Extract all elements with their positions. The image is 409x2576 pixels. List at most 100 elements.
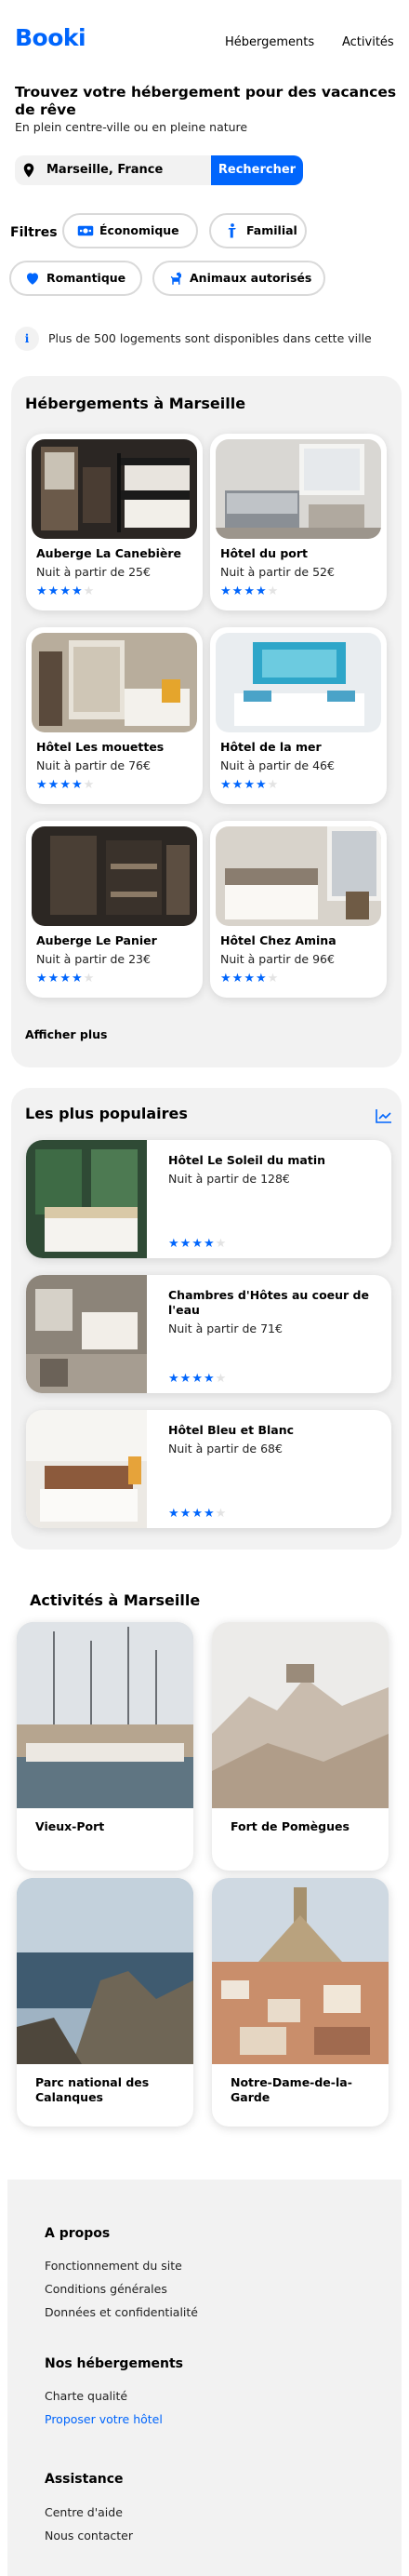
star-filled-icon: ★ bbox=[231, 972, 244, 986]
rating-stars: ★ ★ ★ ★ ★ bbox=[168, 1237, 226, 1251]
hebergement-card[interactable]: Hôtel du port Nuit à partir de 52€ ★ ★ ★ ★ ★ bbox=[210, 434, 387, 610]
hebergement-card[interactable]: Hôtel Les mouettes Nuit à partir de 76€ … bbox=[26, 627, 203, 804]
hebergement-name: Hôtel Les mouettes bbox=[36, 740, 165, 754]
hebergement-card[interactable]: Auberge La Canebière Nuit à partir de 25… bbox=[26, 434, 203, 610]
footer-link[interactable]: Conditions générales bbox=[45, 2282, 167, 2296]
star-filled-icon: ★ bbox=[179, 1507, 191, 1521]
star-filled-icon: ★ bbox=[220, 972, 231, 986]
populaire-price: Nuit à partir de 68€ bbox=[168, 1442, 283, 1456]
populaire-photo bbox=[26, 1410, 147, 1528]
activite-card[interactable]: Parc national des Calanques bbox=[17, 1878, 193, 2127]
info-text: Plus de 500 logements sont disponibles d… bbox=[48, 331, 372, 345]
hebergement-name: Auberge La Canebière bbox=[36, 546, 182, 560]
hebergement-photo bbox=[216, 439, 381, 539]
page-subtitle: En plein centre-ville ou en pleine natur… bbox=[15, 120, 248, 134]
hebergement-name: Hôtel Chez Amina bbox=[220, 933, 336, 947]
section-title: Les plus populaires bbox=[25, 1105, 188, 1122]
footer-link[interactable]: Nous contacter bbox=[45, 2529, 133, 2542]
booki-logo[interactable]: Booki bbox=[15, 24, 86, 51]
filter-animaux[interactable]: Animaux autorisés bbox=[152, 261, 325, 296]
footer-link[interactable]: Proposer votre hôtel bbox=[45, 2412, 163, 2426]
star-filled-icon: ★ bbox=[59, 778, 71, 792]
star-empty-icon: ★ bbox=[267, 778, 279, 792]
nav-link-activites[interactable]: Activités bbox=[342, 35, 394, 49]
star-filled-icon: ★ bbox=[71, 584, 83, 598]
hebergement-price: Nuit à partir de 46€ bbox=[220, 758, 335, 772]
activite-card[interactable]: Vieux-Port bbox=[17, 1622, 193, 1871]
star-filled-icon: ★ bbox=[71, 972, 83, 986]
star-filled-icon: ★ bbox=[59, 584, 71, 598]
star-filled-icon: ★ bbox=[36, 584, 47, 598]
star-filled-icon: ★ bbox=[191, 1507, 203, 1521]
filter-familial[interactable]: Familial bbox=[209, 213, 307, 248]
child-icon bbox=[228, 223, 236, 238]
filters-label: Filtres bbox=[10, 225, 58, 240]
rating-stars: ★ ★ ★ ★ ★ bbox=[36, 972, 94, 986]
nav-link-hebergements[interactable]: Hébergements bbox=[225, 35, 314, 49]
activite-photo bbox=[212, 1878, 389, 2064]
populaire-price: Nuit à partir de 128€ bbox=[168, 1172, 290, 1186]
footer-heading: A propos bbox=[45, 2226, 111, 2241]
hebergement-price: Nuit à partir de 52€ bbox=[220, 565, 335, 579]
hebergements-section: Hébergements à Marseille Auberge La Cane… bbox=[11, 376, 402, 1067]
footer-link[interactable]: Centre d'aide bbox=[45, 2505, 123, 2519]
filter-label: Familial bbox=[246, 223, 297, 237]
footer-link[interactable]: Charte qualité bbox=[45, 2389, 127, 2403]
rating-stars: ★ ★ ★ ★ ★ bbox=[220, 584, 278, 598]
star-filled-icon: ★ bbox=[255, 584, 267, 598]
trend-chart-icon bbox=[376, 1109, 391, 1123]
hebergement-card[interactable]: Hôtel Chez Amina Nuit à partir de 96€ ★ ★… bbox=[210, 821, 387, 998]
star-filled-icon: ★ bbox=[220, 778, 231, 792]
star-filled-icon: ★ bbox=[203, 1372, 215, 1386]
activite-name: Vieux-Port bbox=[35, 1819, 105, 1833]
populaire-name: Chambres d'Hôtes au coeur de l'eau bbox=[168, 1288, 369, 1317]
star-filled-icon: ★ bbox=[59, 972, 71, 986]
star-filled-icon: ★ bbox=[231, 778, 244, 792]
activite-name: Fort de Pomègues bbox=[231, 1819, 350, 1833]
populaire-card[interactable]: Chambres d'Hôtes au coeur de l'eau Nuit … bbox=[26, 1275, 391, 1393]
star-filled-icon: ★ bbox=[168, 1237, 179, 1251]
star-filled-icon: ★ bbox=[36, 778, 47, 792]
populaire-price: Nuit à partir de 71€ bbox=[168, 1322, 283, 1335]
star-empty-icon: ★ bbox=[215, 1237, 227, 1251]
search-button[interactable]: Rechercher bbox=[211, 155, 303, 185]
location-field[interactable]: Marseille, France bbox=[15, 155, 212, 185]
star-filled-icon: ★ bbox=[179, 1237, 191, 1251]
hebergement-photo bbox=[216, 826, 381, 926]
activite-photo bbox=[17, 1878, 193, 2064]
heart-icon bbox=[27, 273, 38, 285]
activite-photo bbox=[212, 1622, 389, 1808]
hebergement-price: Nuit à partir de 96€ bbox=[220, 952, 335, 966]
activite-card[interactable]: Notre-Dame-de-la-Garde bbox=[212, 1878, 389, 2127]
populaires-section: Les plus populaires Hôtel Le Soleil du m… bbox=[11, 1088, 402, 1550]
star-filled-icon: ★ bbox=[47, 584, 59, 598]
activite-photo bbox=[17, 1622, 193, 1808]
populaire-card[interactable]: Hôtel Le Soleil du matin Nuit à partir d… bbox=[26, 1140, 391, 1258]
activite-card[interactable]: Fort de Pomègues bbox=[212, 1622, 389, 1871]
filter-romantique[interactable]: Romantique bbox=[9, 261, 142, 296]
hebergement-name: Hôtel du port bbox=[220, 546, 309, 560]
footer-link[interactable]: Données et confidentialité bbox=[45, 2305, 198, 2319]
footer-heading: Assistance bbox=[45, 2472, 124, 2487]
star-filled-icon: ★ bbox=[255, 972, 267, 986]
dog-icon bbox=[170, 272, 181, 285]
rating-stars: ★ ★ ★ ★ ★ bbox=[220, 972, 278, 986]
activite-name: Notre-Dame-de-la-Garde bbox=[231, 2075, 352, 2104]
hebergement-price: Nuit à partir de 25€ bbox=[36, 565, 151, 579]
rating-stars: ★ ★ ★ ★ ★ bbox=[36, 584, 94, 598]
hebergement-photo bbox=[32, 439, 197, 539]
hebergement-card[interactable]: Auberge Le Panier Nuit à partir de 23€ ★… bbox=[26, 821, 203, 998]
money-icon bbox=[77, 225, 94, 236]
filter-economique[interactable]: Économique bbox=[62, 213, 198, 248]
populaire-name: Hôtel Bleu et Blanc bbox=[168, 1423, 295, 1437]
hebergement-card[interactable]: Hôtel de la mer Nuit à partir de 46€ ★ ★ ★… bbox=[210, 627, 387, 804]
filter-label: Animaux autorisés bbox=[190, 271, 312, 285]
footer-link[interactable]: Fonctionnement du site bbox=[45, 2259, 182, 2273]
populaire-photo bbox=[26, 1140, 147, 1258]
search-input[interactable]: Marseille, France bbox=[46, 155, 163, 185]
populaire-card[interactable]: Hôtel Bleu et Blanc Nuit à partir de 68€… bbox=[26, 1410, 391, 1528]
star-empty-icon: ★ bbox=[215, 1372, 227, 1386]
header: Booki Hébergements Activités bbox=[0, 0, 409, 86]
info-icon: i bbox=[15, 327, 39, 351]
show-more-link[interactable]: Afficher plus bbox=[25, 1027, 108, 1041]
